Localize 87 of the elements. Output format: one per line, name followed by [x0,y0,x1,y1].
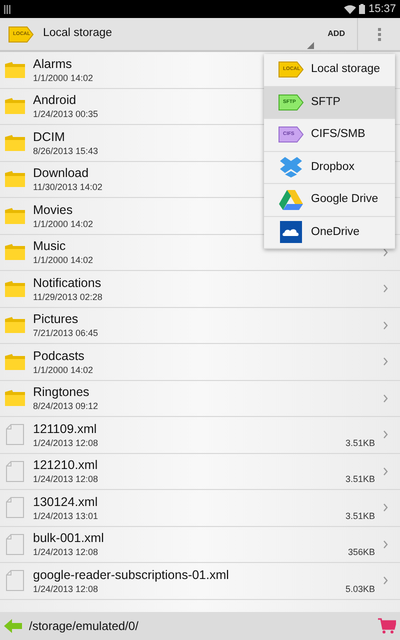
document-icon [6,424,24,446]
folder-icon [4,352,26,371]
file-name: bulk-001.xml [33,530,104,546]
menu-item[interactable]: OneDrive [264,216,395,249]
cart-button[interactable] [378,618,396,634]
clock-time: 15:37 [368,4,396,14]
file-date: 11/29/2013 02:28 [33,290,102,303]
add-button[interactable]: ADD [316,18,358,50]
file-date: 1/1/2000 14:02 [33,364,94,376]
folder-icon [4,280,26,298]
chevron-right-icon [383,430,388,440]
more-vertical-icon [378,28,380,40]
chevron-right-icon [383,248,388,257]
chevron-right-icon [383,284,388,294]
file-date: 1/1/2000 14:02 [33,72,94,84]
file-name: Android [33,92,76,108]
arrow-left-icon [4,619,22,633]
chevron-right-icon [383,466,388,476]
document-icon [6,460,24,482]
back-button[interactable] [4,619,22,633]
file-row[interactable]: bulk-001.xml 1/24/2013 12:08 356KB [0,526,400,563]
file-name: Music [33,238,66,254]
file-date: 7/21/2013 06:45 [33,327,98,340]
file-name: DCIM [33,128,65,145]
file-name: 130124.xml [33,494,98,510]
file-name: Notifications [33,274,102,291]
current-path: /storage/emulated/0/ [29,618,140,635]
file-size: 5.03KB [345,582,376,595]
file-date: 1/24/2013 12:08 [33,582,98,595]
chevron-right-icon [383,320,388,330]
file-date: 1/24/2013 12:08 [33,473,98,486]
folder-icon [4,134,26,152]
document-icon [6,497,24,518]
folder-icon [4,206,26,225]
file-row[interactable]: 121210.xml 1/24/2013 12:08 3.51KB [0,454,400,490]
document-icon [6,534,24,555]
file-row[interactable]: 121109.xml 1/24/2013 12:08 3.51KB [0,417,400,454]
cart-icon [378,618,396,634]
chevron-right-icon [383,357,388,366]
folder-icon [4,60,26,79]
file-date: 1/24/2013 00:35 [33,108,98,120]
cloud-icon [280,221,302,244]
file-date: 8/24/2013 09:12 [33,400,98,412]
file-row[interactable]: Podcasts 1/1/2000 14:02 [0,344,400,380]
file-date: 1/24/2013 12:08 [33,546,98,558]
file-name: 121109.xml [33,420,97,437]
file-size: 3.51KB [345,473,376,486]
file-name: Pictures [33,311,78,328]
open-box-icon [279,156,303,178]
file-row[interactable]: Ringtones 8/24/2013 09:12 [0,380,400,417]
chevron-right-icon [383,503,388,512]
file-name: Podcasts [33,348,84,364]
triangle-drive-icon [278,188,304,211]
document-icon [6,570,24,592]
battery-icon [359,4,366,14]
file-name: google-reader-subscriptions-01.xml [33,566,229,583]
file-name: 121210.xml [33,457,98,474]
file-date: 11/30/2013 14:02 [33,181,102,194]
file-row[interactable]: Pictures 7/21/2013 06:45 [0,308,400,344]
menu-item[interactable]: Google Drive [264,184,395,216]
menu-item[interactable]: Dropbox [264,152,395,184]
file-size: 3.51KB [345,510,376,522]
chevron-right-icon [383,394,388,403]
file-row[interactable]: 130124.xml 1/24/2013 13:01 3.51KB [0,490,400,526]
file-name: Ringtones [33,384,90,400]
file-name: Alarms [33,56,72,72]
folder-icon [4,389,26,408]
file-date: 1/1/2000 14:02 [33,218,94,230]
file-name: Download [33,165,89,182]
file-size: 3.51KB [345,436,376,449]
folder-icon [4,97,26,116]
wifi-icon [344,4,356,14]
folder-icon [4,170,26,188]
chevron-right-icon [383,576,388,586]
file-row[interactable]: Notifications 11/29/2013 02:28 [0,271,400,308]
file-date: 1/24/2013 12:08 [33,436,98,449]
bars-icon [4,4,11,14]
folder-icon [4,243,26,262]
folder-icon [4,316,26,334]
file-row[interactable]: google-reader-subscriptions-01.xml 1/24/2013 12:08 5.03KB [0,563,400,600]
file-size: 356KB [348,546,376,558]
file-date: 1/24/2013 13:01 [33,510,98,522]
file-date: 8/26/2013 15:43 [33,144,98,157]
file-name: Movies [33,202,73,218]
file-date: 1/1/2000 14:02 [33,254,94,266]
dropdown-corner-icon [306,42,314,49]
chevron-right-icon [383,540,388,549]
